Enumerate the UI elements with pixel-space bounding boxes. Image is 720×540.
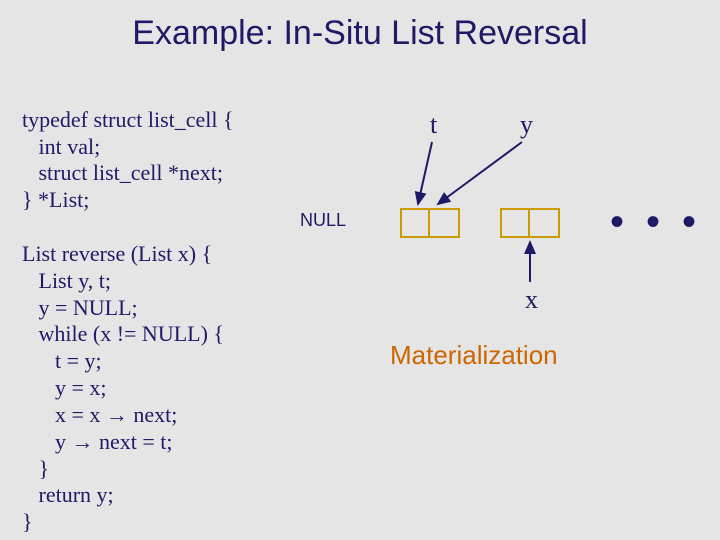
func-l1: List reverse (List x) { (22, 241, 212, 266)
func-l7: x = x → next; (22, 402, 177, 427)
typedef-l3: struct list_cell *next; (22, 160, 223, 185)
arrow-y-to-cell1 (438, 142, 522, 204)
typedef-l1: typedef struct list_cell { (22, 107, 234, 132)
func-l6: y = x; (22, 375, 107, 400)
code-block: typedef struct list_cell { int val; stru… (22, 80, 234, 536)
typedef-l4: } *List; (22, 187, 89, 212)
diagram-area: t y NULL • • • x Materialization (300, 90, 720, 430)
func-l4: while (x != NULL) { (22, 321, 224, 346)
slide-title: Example: In-Situ List Reversal (0, 0, 720, 53)
typedef-l2: int val; (22, 134, 100, 159)
func-l3: y = NULL; (22, 295, 138, 320)
arrow-overlay (300, 90, 720, 430)
func-l9: } (22, 456, 49, 481)
func-l2: List y, t; (22, 268, 111, 293)
arrow-t-to-cell1 (418, 142, 432, 204)
func-l8: y → next = t; (22, 429, 173, 454)
func-l11: } (22, 509, 33, 534)
func-l10: return y; (22, 482, 114, 507)
func-l5: t = y; (22, 348, 102, 373)
